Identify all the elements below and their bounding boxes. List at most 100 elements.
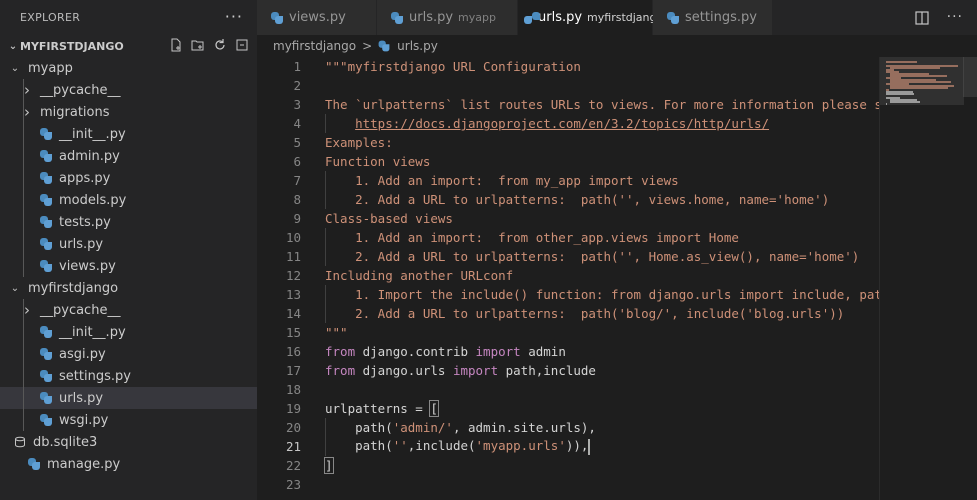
code-token: 1. Add an import: from other_app.views i… [325, 230, 739, 245]
code-line: 2 [257, 76, 879, 95]
python-file-icon [28, 458, 40, 470]
indent-guide [23, 343, 24, 365]
tab-label: views.py [289, 10, 346, 25]
python-file-icon [40, 194, 52, 206]
code-text: """myfirstdjango URL Configuration [325, 59, 581, 74]
tree-item-label: myfirstdjango [28, 280, 119, 296]
tree-item[interactable]: ⌄ myfirstdjango [0, 277, 257, 299]
file-tree: ⌄ myapp › __pycache__ › migrations __init__.py… [0, 57, 257, 475]
breadcrumb-separator: > [362, 39, 373, 53]
tree-item[interactable]: wsgi.py [0, 409, 257, 431]
python-file-icon [391, 11, 403, 24]
tree-item-label: views.py [59, 258, 116, 274]
tree-item[interactable]: views.py [0, 255, 257, 277]
explorer-title-label: EXPLORER [20, 11, 81, 24]
tree-item[interactable]: __init__.py [0, 321, 257, 343]
code-line: 11 2. Add a URL to urlpatterns: path('',… [257, 247, 879, 266]
tree-item[interactable]: › migrations [0, 101, 257, 123]
tree-item-label: urls.py [59, 236, 104, 252]
tree-item[interactable]: models.py [0, 189, 257, 211]
tree-item[interactable]: settings.py [0, 365, 257, 387]
code-token: The `urlpatterns` list routes URLs to vi… [325, 97, 879, 112]
tab-description: myapp [458, 11, 496, 24]
python-file-icon [40, 348, 52, 360]
new-file-icon[interactable] [169, 38, 183, 52]
line-number: 11 [285, 249, 301, 264]
indent-guide [23, 79, 24, 101]
minimap-line [886, 103, 887, 105]
tree-item-label: __pycache__ [40, 302, 121, 318]
explorer-title: EXPLORER ··· [0, 0, 257, 35]
code-line: 18 [257, 380, 879, 399]
scrollbar-thumb[interactable] [963, 57, 977, 97]
tree-item-label: models.py [59, 192, 127, 208]
code-line: 23 [257, 475, 879, 494]
tree-item-label: db.sqlite3 [33, 434, 98, 450]
line-number: 20 [285, 420, 301, 435]
vertical-scrollbar[interactable] [963, 57, 977, 500]
code-token: Including another URLconf [325, 268, 514, 283]
code-line: 7 1. Add an import: from my_app import v… [257, 171, 879, 190]
code-line: 22] [257, 456, 879, 475]
minimap-line [889, 87, 949, 89]
code-token: 2. Add a URL to urlpatterns: path('', Ho… [325, 249, 860, 264]
indent-guide [23, 145, 24, 167]
code-line: 12 Including another URLconf [257, 266, 879, 285]
code-editor[interactable]: 1 """myfirstdjango URL Configuration 2 3 The… [257, 57, 879, 500]
code-token: path( [325, 438, 393, 454]
more-actions-button[interactable]: ··· [225, 7, 243, 26]
breadcrumb: myfirstdjango > urls.py [257, 35, 877, 57]
code-line: 1 """myfirstdjango URL Configuration [257, 57, 879, 76]
indent-guide [23, 101, 24, 123]
python-file-icon [40, 326, 52, 338]
editor-actions: ··· [915, 10, 963, 29]
tree-item[interactable]: urls.py [0, 387, 257, 409]
code-text: urlpatterns = [ [325, 400, 439, 417]
tree-item[interactable]: manage.py [0, 453, 257, 475]
line-number: 4 [293, 116, 301, 131]
tree-item[interactable]: asgi.py [0, 343, 257, 365]
tree-item-label: asgi.py [59, 346, 106, 362]
code-token: 'admin/' [392, 420, 453, 435]
tab-label: urls.py [409, 10, 454, 25]
editor-tab[interactable]: urls.pymyfirstdjango× [518, 0, 683, 35]
tree-item[interactable]: ⌄ myapp [0, 57, 257, 79]
code-text: from django.urls import path,include [325, 363, 596, 378]
editor-tab[interactable]: views.py [257, 0, 377, 35]
tree-item[interactable]: › __pycache__ [0, 299, 257, 321]
code-text: The `urlpatterns` list routes URLs to vi… [325, 97, 879, 112]
refresh-icon[interactable] [213, 38, 227, 52]
code-token: django.contrib [355, 344, 476, 359]
tree-item[interactable]: db.sqlite3 [0, 431, 257, 453]
tree-item[interactable]: tests.py [0, 211, 257, 233]
new-folder-icon[interactable] [191, 38, 205, 52]
minimap-line [889, 67, 940, 69]
indent-guide [23, 211, 24, 233]
tree-item[interactable]: __init__.py [0, 123, 257, 145]
tree-item[interactable]: urls.py [0, 233, 257, 255]
tree-item[interactable]: admin.py [0, 145, 257, 167]
line-number: 13 [285, 287, 301, 302]
tree-item[interactable]: › __pycache__ [0, 79, 257, 101]
line-number: 9 [293, 211, 301, 226]
editor-tab[interactable]: urls.py myapp [377, 0, 518, 35]
breadcrumb-file[interactable]: urls.py [397, 39, 438, 53]
code-text: Class-based views [325, 211, 453, 226]
line-number: 6 [293, 154, 301, 169]
breadcrumb-folder[interactable]: myfirstdjango [273, 39, 356, 53]
code-token: , [580, 438, 589, 454]
collapse-all-icon[interactable] [235, 38, 249, 52]
code-token: , admin.site.urls), [452, 420, 596, 435]
tree-item[interactable]: apps.py [0, 167, 257, 189]
indent-guide [23, 255, 24, 277]
code-text: ] [324, 457, 334, 474]
code-token: admin [520, 344, 566, 359]
more-actions-icon[interactable]: ··· [947, 10, 963, 29]
indent-guide [23, 409, 24, 431]
split-editor-icon[interactable] [915, 10, 929, 29]
code-line: 21 path('',include('myapp.urls')), [257, 437, 879, 456]
minimap-line [889, 101, 921, 103]
project-root[interactable]: ⌄ MYFIRSTDJANGO [0, 35, 257, 57]
editor-tabs: views.py urls.py myapp urls.py myfirstdjango… [257, 0, 977, 35]
editor-tab[interactable]: settings.py [653, 0, 773, 35]
